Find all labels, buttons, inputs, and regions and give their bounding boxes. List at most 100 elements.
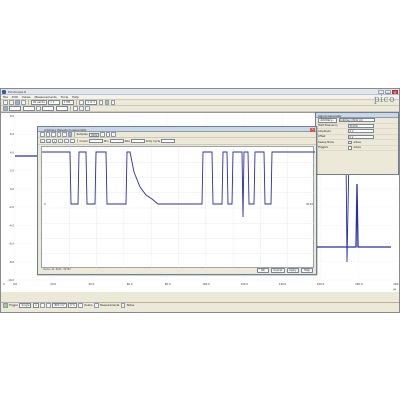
signal-generator-panel: Signal Generator Arbitrary... Arbitrary … bbox=[315, 112, 399, 175]
ramp-down-shape-icon[interactable]: ⟍ bbox=[64, 138, 69, 144]
scope-x-tick-label: 80.0 bbox=[165, 282, 171, 286]
awg-new-icon[interactable] bbox=[40, 132, 45, 137]
help-button[interactable]: Help bbox=[301, 268, 313, 273]
square-shape-icon[interactable]: ⊓ bbox=[46, 138, 51, 144]
channel-a-coupling[interactable] bbox=[22, 106, 35, 111]
zoom-select[interactable]: x 1 bbox=[48, 100, 61, 105]
awg-zoom-out-icon[interactable] bbox=[105, 132, 111, 137]
cancel-button[interactable]: Cancel bbox=[270, 268, 285, 273]
minimize-button[interactable]: – bbox=[378, 89, 384, 94]
sine-shape-icon[interactable]: ∿ bbox=[40, 138, 45, 144]
apply-button[interactable]: Apply bbox=[286, 268, 299, 273]
channel-a-icon[interactable] bbox=[3, 106, 8, 111]
trigger-label: Trigger bbox=[9, 304, 18, 307]
waveform-select[interactable]: Arbitrary (8192 pt) bbox=[338, 118, 375, 123]
ramp-up-shape-icon[interactable]: ⟋ bbox=[58, 138, 63, 144]
channel-b-icon[interactable] bbox=[36, 106, 41, 111]
dc-shape-icon[interactable]: — bbox=[70, 138, 75, 144]
samples-field[interactable]: 8192 bbox=[89, 132, 100, 137]
awg-close-button[interactable]: × bbox=[310, 127, 315, 132]
duty-cycle-field[interactable] bbox=[161, 139, 176, 143]
scope-x-tick-label: 180.0 bbox=[355, 282, 363, 286]
spectrum-mode-icon[interactable] bbox=[21, 100, 26, 105]
run-icon[interactable] bbox=[104, 100, 110, 105]
trigger-level-field[interactable]: 800 mV bbox=[52, 303, 67, 308]
awg-open-icon[interactable] bbox=[45, 132, 50, 137]
min-field[interactable] bbox=[109, 139, 124, 143]
close-button[interactable]: × bbox=[392, 89, 398, 94]
triggers-state: Active bbox=[353, 146, 361, 150]
channel-b-range[interactable] bbox=[42, 106, 54, 111]
zoom-in-icon[interactable] bbox=[79, 106, 84, 111]
open-icon[interactable] bbox=[3, 100, 8, 105]
arbitrary-waveform-generator-dialog: Arbitrary Waveform Generator × Samples: … bbox=[37, 126, 317, 275]
menu-views[interactable]: Views bbox=[22, 95, 31, 99]
channel-b-coupling[interactable] bbox=[55, 106, 68, 111]
page-indicator: 1 of 1 bbox=[85, 100, 98, 105]
awg-redo-icon[interactable] bbox=[62, 132, 67, 137]
awg-undo-icon[interactable] bbox=[56, 132, 61, 137]
scope-x-tick-label: 120.0 bbox=[240, 282, 248, 286]
min-label: Min bbox=[104, 139, 109, 143]
awg-waveform-canvas[interactable]: 0 8192 bbox=[41, 146, 315, 269]
offset-field[interactable]: 0 V bbox=[348, 134, 374, 139]
scope-x-tick-label: 100.0 bbox=[202, 282, 210, 286]
awg-y-label-zero: 0 bbox=[44, 202, 46, 206]
menu-tools[interactable]: Tools bbox=[61, 95, 68, 99]
triggers-checkbox[interactable] bbox=[348, 146, 352, 150]
menu-help[interactable]: Help bbox=[72, 95, 79, 99]
scope-x-tick-label: 40.0 bbox=[89, 282, 95, 286]
picoscope-window: PicoScope 6 – □ × File Edit Views Measur… bbox=[0, 88, 400, 313]
notes-icon[interactable] bbox=[120, 303, 126, 308]
menu-measurements[interactable]: Measurements bbox=[35, 95, 57, 99]
rising-edge-icon[interactable] bbox=[40, 303, 45, 308]
awg-zoom-in-icon[interactable] bbox=[100, 132, 105, 137]
zoom-out-icon[interactable] bbox=[85, 106, 90, 111]
stop-icon[interactable] bbox=[110, 100, 116, 105]
trigger-channel-select[interactable]: A bbox=[32, 303, 39, 308]
samples-select[interactable]: 1 MS bbox=[61, 100, 74, 105]
menu-file[interactable]: File bbox=[3, 95, 8, 99]
awg-waveform-plot: 0 8192 bbox=[42, 147, 315, 269]
scope-y-tick-label: -6.0 bbox=[9, 242, 14, 246]
max-label: Max bbox=[124, 139, 131, 143]
signal-generator-titlebar: Signal Generator bbox=[316, 113, 398, 118]
rulers-icon[interactable] bbox=[78, 303, 83, 308]
timebase-select[interactable]: 20 µs/div bbox=[31, 100, 47, 105]
app-icon bbox=[2, 90, 6, 94]
prev-page-icon[interactable] bbox=[79, 100, 84, 105]
pretrigger-field[interactable]: 0 % bbox=[68, 303, 77, 308]
rulers-label: Rulers bbox=[84, 304, 93, 307]
triangle-shape-icon[interactable]: ⋀ bbox=[52, 138, 57, 144]
ok-button[interactable]: OK bbox=[256, 268, 269, 273]
scope-y-tick-label: -8.0 bbox=[9, 260, 14, 264]
pico-logo: pico bbox=[373, 95, 395, 105]
awg-save-icon[interactable] bbox=[51, 132, 56, 137]
falling-edge-icon[interactable] bbox=[46, 303, 51, 308]
awg-draw-icon[interactable] bbox=[67, 132, 72, 137]
measurements-icon[interactable] bbox=[94, 303, 99, 308]
scope-mode-icon[interactable] bbox=[15, 100, 20, 105]
duty-cycle-label: Duty Cycle bbox=[146, 139, 161, 143]
scope-y-unit: V bbox=[3, 282, 5, 286]
cursor-mode-field[interactable] bbox=[89, 139, 104, 143]
next-page-icon[interactable] bbox=[98, 100, 104, 105]
trigger-mode-select[interactable]: Single bbox=[19, 303, 32, 308]
start-frequency-field[interactable]: 50 kHz bbox=[348, 123, 374, 128]
offset-label: Offset bbox=[318, 135, 326, 139]
start-frequency-label: Start Frequency bbox=[318, 124, 338, 128]
maximize-button[interactable]: □ bbox=[385, 89, 391, 94]
menu-edit[interactable]: Edit bbox=[12, 95, 18, 99]
channel-a-range[interactable] bbox=[9, 106, 21, 111]
status-bar: Trigger Single A 800 mV 0 % Rulers Measu… bbox=[1, 302, 399, 308]
arbitrary-button[interactable]: Arbitrary... bbox=[318, 118, 337, 123]
sweep-mode-checkbox[interactable] bbox=[348, 140, 352, 144]
awg-y-label-max: 8192 bbox=[306, 202, 313, 206]
awg-zoom-fit-icon[interactable] bbox=[111, 132, 116, 137]
max-field[interactable] bbox=[131, 139, 146, 143]
signal-generator-title: Signal Generator bbox=[318, 113, 342, 118]
save-icon[interactable] bbox=[9, 100, 14, 105]
scope-trace-right bbox=[317, 183, 391, 248]
signal-generator-icon[interactable] bbox=[73, 106, 78, 111]
amplitude-field[interactable]: 2 V bbox=[348, 129, 374, 134]
